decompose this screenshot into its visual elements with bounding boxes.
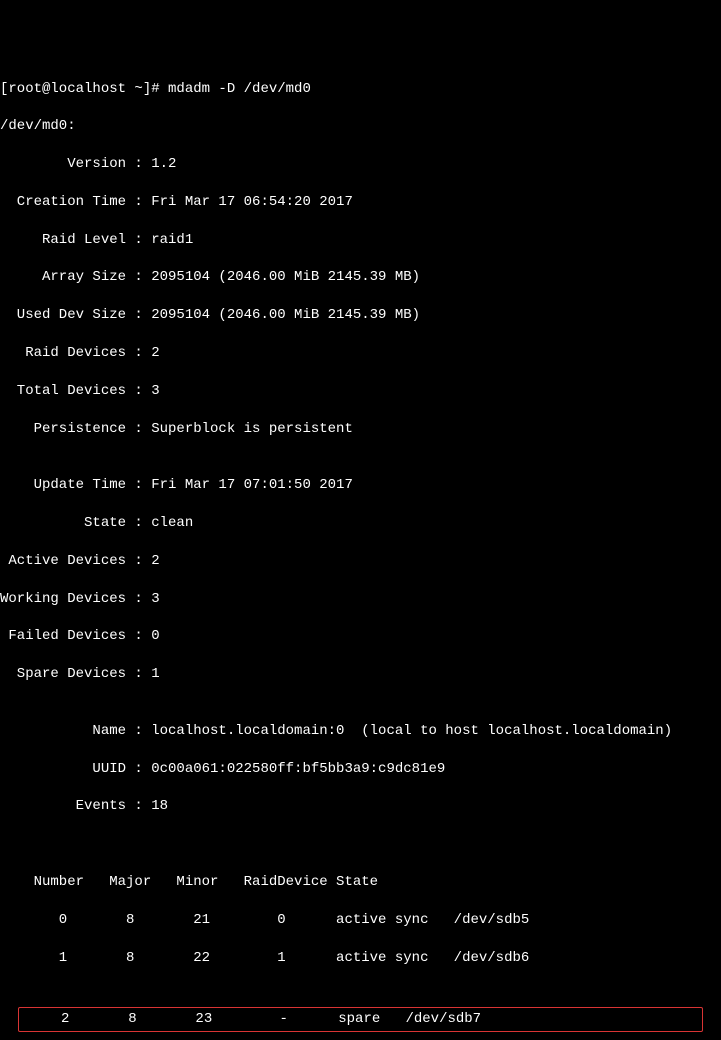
- field-events: Events : 18: [0, 797, 721, 816]
- field-failed-devices: Failed Devices : 0: [0, 627, 721, 646]
- field-raid-level: Raid Level : raid1: [0, 231, 721, 250]
- field-uuid: UUID : 0c00a061:022580ff:bf5bb3a9:c9dc81…: [0, 760, 721, 779]
- field-total-devices: Total Devices : 3: [0, 382, 721, 401]
- blank-line: [0, 835, 721, 854]
- field-version: Version : 1.2: [0, 155, 721, 174]
- field-name: Name : localhost.localdomain:0 (local to…: [0, 722, 721, 741]
- field-spare-devices: Spare Devices : 1: [0, 665, 721, 684]
- field-working-devices: Working Devices : 3: [0, 590, 721, 609]
- highlighted-spare-row: 2 8 23 - spare /dev/sdb7: [18, 1007, 703, 1032]
- device-table-row: 1 8 22 1 active sync /dev/sdb6: [0, 949, 721, 968]
- command-prompt: [root@localhost ~]# mdadm -D /dev/md0: [0, 80, 721, 99]
- field-active-devices: Active Devices : 2: [0, 552, 721, 571]
- field-used-dev-size: Used Dev Size : 2095104 (2046.00 MiB 214…: [0, 306, 721, 325]
- device-table-row: 0 8 21 0 active sync /dev/sdb5: [0, 911, 721, 930]
- field-array-size: Array Size : 2095104 (2046.00 MiB 2145.3…: [0, 268, 721, 287]
- device-line: /dev/md0:: [0, 117, 721, 136]
- field-update-time: Update Time : Fri Mar 17 07:01:50 2017: [0, 476, 721, 495]
- field-raid-devices: Raid Devices : 2: [0, 344, 721, 363]
- device-table-header: Number Major Minor RaidDevice State: [0, 873, 721, 892]
- field-persistence: Persistence : Superblock is persistent: [0, 420, 721, 439]
- field-creation-time: Creation Time : Fri Mar 17 06:54:20 2017: [0, 193, 721, 212]
- field-state: State : clean: [0, 514, 721, 533]
